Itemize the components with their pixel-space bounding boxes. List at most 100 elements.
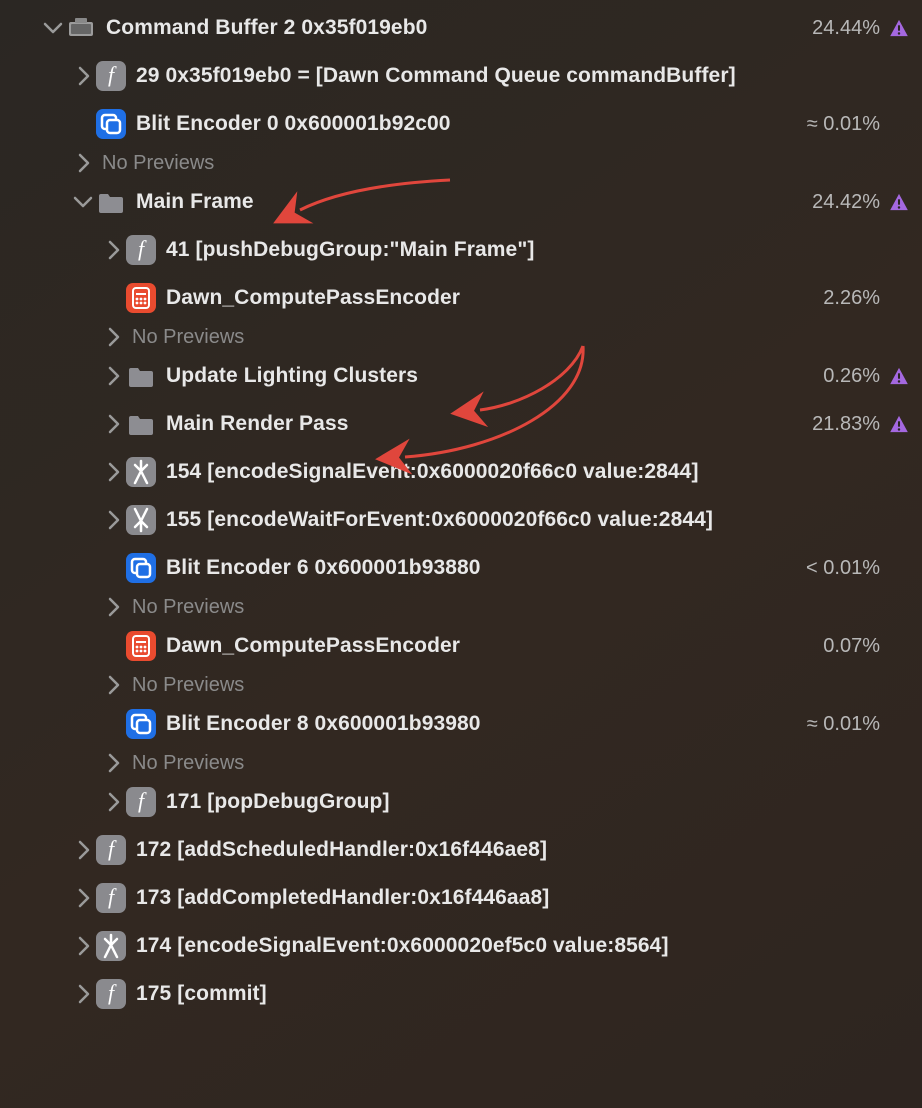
tree-row[interactable]: Blit Encoder 0 0x600001b92c00 ≈ 0.01%: [0, 100, 922, 148]
row-label: 174 [encodeSignalEvent:0x6000020ef5c0 va…: [136, 934, 669, 958]
row-label: Main Frame: [136, 190, 254, 214]
percent-label: 21.83%: [812, 413, 880, 436]
percent-label: ≈ 0.01%: [807, 713, 880, 736]
percent-label: 2.26%: [823, 287, 880, 310]
chevron-right-icon[interactable]: [100, 750, 126, 776]
chevron-right-icon[interactable]: [100, 411, 126, 437]
chevron-right-icon[interactable]: [70, 981, 96, 1007]
no-previews-label: No Previews: [132, 326, 244, 349]
tree-row[interactable]: f29 0x35f019eb0 = [Dawn Command Queue co…: [0, 52, 922, 100]
row-label: 154 [encodeSignalEvent:0x6000020f66c0 va…: [166, 460, 699, 484]
svg-text:f: f: [108, 836, 117, 861]
row-label: 155 [encodeWaitForEvent:0x6000020f66c0 v…: [166, 508, 713, 532]
fn-icon: f: [126, 235, 156, 265]
percent-label: < 0.01%: [806, 557, 880, 580]
tree-row[interactable]: f 175 [commit]: [0, 970, 922, 1018]
chevron-right-icon[interactable]: [100, 672, 126, 698]
chevron-right-icon[interactable]: [70, 885, 96, 911]
row-label: 175 [commit]: [136, 982, 267, 1006]
tree-row[interactable]: 155 [encodeWaitForEvent:0x6000020f66c0 v…: [0, 496, 922, 544]
tree-row[interactable]: f 171 [popDebugGroup]: [0, 778, 922, 826]
blit-icon: [96, 109, 126, 139]
warning-icon: [888, 191, 910, 213]
chevron-right-icon[interactable]: [70, 933, 96, 959]
percent-label: 0.26%: [823, 365, 880, 388]
chevron-down-icon[interactable]: [70, 189, 96, 215]
tree-row[interactable]: Blit Encoder 8 0x600001b93980 ≈ 0.01%: [0, 700, 922, 748]
tree-row[interactable]: Dawn_ComputePassEncoder2.26%: [0, 274, 922, 322]
signal-icon: [126, 457, 156, 487]
wait-icon: [126, 505, 156, 535]
no-previews-label: No Previews: [132, 674, 244, 697]
percent-label: 0.07%: [823, 635, 880, 658]
tree-row[interactable]: Dawn_ComputePassEncoder 0.07%: [0, 622, 922, 670]
no-previews-row: No Previews: [0, 322, 922, 352]
call-tree[interactable]: Command Buffer 2 0x35f019eb0 24.44% f29 0x…: [0, 0, 922, 1018]
row-label: 41 [pushDebugGroup:"Main Frame"]: [166, 238, 534, 262]
svg-text:f: f: [108, 884, 117, 909]
tree-row[interactable]: f 41 [pushDebugGroup:"Main Frame"]: [0, 226, 922, 274]
svg-text:f: f: [108, 980, 117, 1005]
tree-row[interactable]: Update Lighting Clusters 0.26%: [0, 352, 922, 400]
fn-icon: f: [96, 835, 126, 865]
row-label: Update Lighting Clusters: [166, 364, 418, 388]
percent-label: 24.44%: [812, 17, 880, 40]
tree-row[interactable]: Command Buffer 2 0x35f019eb0 24.44%: [0, 4, 922, 52]
row-label: 172 [addScheduledHandler:0x16f446ae8]: [136, 838, 547, 862]
no-previews-label: No Previews: [132, 596, 244, 619]
chevron-right-icon[interactable]: [70, 837, 96, 863]
warning-icon: [888, 413, 910, 435]
chevron-right-icon[interactable]: [100, 324, 126, 350]
tree-row[interactable]: f 173 [addCompletedHandler:0x16f446aa8]: [0, 874, 922, 922]
tree-row[interactable]: 174 [encodeSignalEvent:0x6000020ef5c0 va…: [0, 922, 922, 970]
chevron-right-icon[interactable]: [100, 363, 126, 389]
no-previews-row: No Previews: [0, 748, 922, 778]
fn-icon: f: [96, 61, 126, 91]
fn-icon: f: [126, 787, 156, 817]
chevron-right-icon[interactable]: [100, 459, 126, 485]
row-label: Dawn_ComputePassEncoder: [166, 634, 460, 658]
chevron-right-icon[interactable]: [100, 237, 126, 263]
compute-icon: [126, 283, 156, 313]
no-previews-row: No Previews: [0, 670, 922, 700]
no-previews-label: No Previews: [132, 752, 244, 775]
row-label: 171 [popDebugGroup]: [166, 790, 390, 814]
row-label: Main Render Pass: [166, 412, 349, 436]
tree-row[interactable]: Main Frame 24.42%: [0, 178, 922, 226]
chevron-right-icon[interactable]: [100, 507, 126, 533]
warning-icon: [888, 17, 910, 39]
chevron-right-icon[interactable]: [70, 63, 96, 89]
folder-icon: [96, 187, 126, 217]
row-label: Command Buffer 2 0x35f019eb0: [106, 16, 427, 40]
box-icon: [66, 13, 96, 43]
row-label: Blit Encoder 0 0x600001b92c00: [136, 112, 451, 136]
no-previews-label: No Previews: [102, 152, 214, 175]
chevron-right-icon[interactable]: [100, 594, 126, 620]
signal-icon: [96, 931, 126, 961]
no-previews-row: No Previews: [0, 592, 922, 622]
tree-row[interactable]: 154 [encodeSignalEvent:0x6000020f66c0 va…: [0, 448, 922, 496]
chevron-down-icon[interactable]: [40, 15, 66, 41]
blit-icon: [126, 709, 156, 739]
svg-text:f: f: [138, 788, 147, 813]
no-previews-row: No Previews: [0, 148, 922, 178]
svg-text:f: f: [108, 62, 117, 87]
blit-icon: [126, 553, 156, 583]
chevron-right-icon[interactable]: [70, 150, 96, 176]
tree-row[interactable]: Blit Encoder 6 0x600001b93880 < 0.01%: [0, 544, 922, 592]
fn-icon: f: [96, 883, 126, 913]
row-label: Blit Encoder 6 0x600001b93880: [166, 556, 481, 580]
svg-text:f: f: [138, 236, 147, 261]
tree-row[interactable]: f 172 [addScheduledHandler:0x16f446ae8]: [0, 826, 922, 874]
percent-label: 24.42%: [812, 191, 880, 214]
chevron-right-icon[interactable]: [100, 789, 126, 815]
percent-label: ≈ 0.01%: [807, 113, 880, 136]
compute-icon: [126, 631, 156, 661]
folder-icon: [126, 361, 156, 391]
folder-icon: [126, 409, 156, 439]
row-label: Blit Encoder 8 0x600001b93980: [166, 712, 481, 736]
tree-row[interactable]: Main Render Pass 21.83%: [0, 400, 922, 448]
fn-icon: f: [96, 979, 126, 1009]
row-label: 173 [addCompletedHandler:0x16f446aa8]: [136, 886, 549, 910]
warning-icon: [888, 365, 910, 387]
